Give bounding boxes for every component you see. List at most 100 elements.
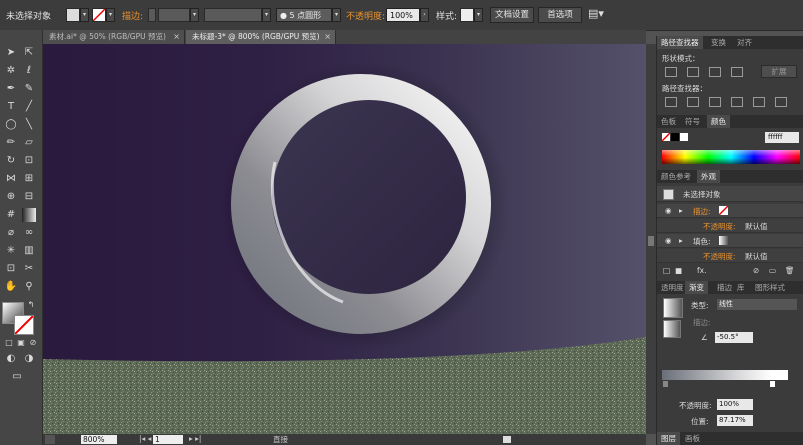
color-spectrum[interactable] [662,150,800,164]
expand-triangle-icon[interactable]: ▸ [679,206,683,215]
zoom-icon[interactable] [45,435,55,444]
appearance-fill-opacity-row[interactable]: 不透明度: 默认值 [657,249,803,263]
appearance-fill-row[interactable]: ◉ ▸ 填色: [657,234,803,248]
opacity-dropdown[interactable]: › [420,8,429,22]
profile-dropdown[interactable]: ▾ [262,8,271,22]
hand-tool-icon[interactable]: ✋ [4,280,18,294]
visibility-eye-icon[interactable]: ◉ [665,236,672,245]
tab-color-guide[interactable]: 颜色参考 [657,170,695,183]
prev-artboard-icon[interactable]: |◂ ◂ [139,434,151,443]
opacity-label[interactable]: 不透明度: [703,221,736,232]
line-tool-icon[interactable]: ╱ [22,100,36,114]
eyedropper-icon[interactable]: ⌀ [4,226,18,240]
exclude-icon[interactable] [731,67,743,77]
document-setup-button[interactable]: 文档设置 [490,7,534,23]
opacity-label[interactable]: 不透明度: [346,9,385,22]
tab-color[interactable]: 颜色 [707,115,730,128]
preferences-button[interactable]: 首选项 [538,7,582,23]
tab-pathfinder[interactable]: 路径查找器 [657,36,703,49]
gradient-tool-icon[interactable] [22,208,36,222]
artboard-canvas[interactable] [43,44,646,434]
brush-dropdown[interactable]: ▾ [332,8,341,22]
none-mode-icon[interactable]: ⊘ [26,336,40,350]
clear-appearance-icon[interactable]: ⊘ [753,266,759,275]
close-icon[interactable]: × [173,30,180,44]
add-stroke-icon[interactable]: □ [663,266,670,275]
tab-transparency[interactable]: 透明度 [657,281,688,294]
tab-gradient[interactable]: 渐变 [685,281,708,294]
symbol-sprayer-icon[interactable]: ✳ [4,244,18,258]
outline-icon[interactable] [753,97,765,107]
tab-artboards[interactable]: 画板 [681,432,704,445]
stroke-label[interactable]: 描边: [122,9,143,22]
brush-definition[interactable]: ● 5 点圆形 [276,8,332,22]
blend-tool-icon[interactable]: ∞ [22,226,36,240]
column-graph-icon[interactable]: ▥ [22,244,36,258]
gradient-stop-right[interactable] [770,381,775,387]
white-swatch[interactable] [680,133,688,141]
shape-builder-icon[interactable]: ⊕ [4,190,18,204]
free-transform-icon[interactable]: ⊞ [22,172,36,186]
paintbrush-icon[interactable]: ╲ [22,118,36,132]
tab-libraries[interactable]: 库 [733,281,749,294]
scale-tool-icon[interactable]: ⊡ [22,154,36,168]
duplicate-item-icon[interactable]: ▭ [769,266,776,275]
width-tool-icon[interactable]: ⋈ [4,172,18,186]
gradient-preview[interactable] [663,298,683,318]
lasso-icon[interactable]: ℓ [22,64,36,78]
next-artboard-icon[interactable]: ▸ ▸| [189,434,201,443]
tab-swatches[interactable]: 色板 [657,115,680,128]
stroke-swatch[interactable] [92,8,106,22]
stroke-color-box[interactable] [14,315,34,335]
draw-behind-icon[interactable]: ◑ [22,352,36,366]
magic-wand-icon[interactable]: ✲ [4,64,18,78]
ellipse-tool-icon[interactable]: ◯ [4,118,18,132]
pen-tool-icon[interactable]: ✒ [4,82,18,96]
scroll-thumb[interactable] [648,236,654,246]
stop-opacity-input[interactable]: 100% [717,399,753,410]
gradient-slider[interactable] [662,370,788,380]
rotate-tool-icon[interactable]: ↻ [4,154,18,168]
stroke-weight-stepper[interactable] [148,8,156,22]
tab-graphic-styles[interactable]: 图形样式 [751,281,789,294]
style-swatch[interactable] [460,8,474,22]
tab-transform[interactable]: 变换 [707,36,730,49]
zoom-input[interactable]: 800% [81,435,117,444]
slice-tool-icon[interactable]: ✂ [22,262,36,276]
none-swatch[interactable] [661,132,671,142]
mesh-tool-icon[interactable]: # [4,208,18,222]
eraser-icon[interactable]: ▱ [22,136,36,150]
trim-icon[interactable] [687,97,699,107]
artboard-number-input[interactable]: 1 [153,435,183,444]
curvature-tool-icon[interactable]: ✎ [22,82,36,96]
fill-swatch[interactable] [66,8,80,22]
fill-dropdown[interactable]: ▾ [80,8,89,22]
fill-opacity-label[interactable]: 不透明度: [703,251,736,262]
stroke-weight-input[interactable] [158,8,190,22]
add-fill-icon[interactable]: ■ [675,266,682,275]
arrange-documents-icon[interactable]: ▤▾ [588,7,604,20]
black-swatch[interactable] [671,133,679,141]
opacity-input[interactable]: 100% [386,8,420,22]
tab-layers[interactable]: 图层 [657,432,680,445]
pencil-icon[interactable]: ✏ [4,136,18,150]
fill-swatch[interactable] [719,236,728,245]
style-dropdown[interactable]: ▾ [474,8,483,22]
stroke-swatch[interactable] [718,205,729,216]
delete-item-icon[interactable]: 🗑 [785,266,795,275]
fx-label[interactable]: fx. [697,266,706,275]
textured-ground[interactable] [43,337,646,434]
stroke-dropdown[interactable]: ▾ [106,8,115,22]
fill-label[interactable]: 填色: [693,236,711,247]
tab-symbols[interactable]: 符号 [681,115,704,128]
artboard-tool-icon[interactable]: ⊡ [4,262,18,276]
change-screen-mode-icon[interactable]: ▭ [10,370,24,384]
swap-fill-stroke-icon[interactable]: ↰ [24,298,38,312]
divide-icon[interactable] [665,97,677,107]
screen-mode-icon[interactable] [10,342,24,356]
unite-icon[interactable] [665,67,677,77]
type-tool-icon[interactable]: T [4,100,18,114]
crop-icon[interactable] [731,97,743,107]
perspective-grid-icon[interactable]: ⊟ [22,190,36,204]
expand-triangle-icon[interactable]: ▸ [679,236,683,245]
